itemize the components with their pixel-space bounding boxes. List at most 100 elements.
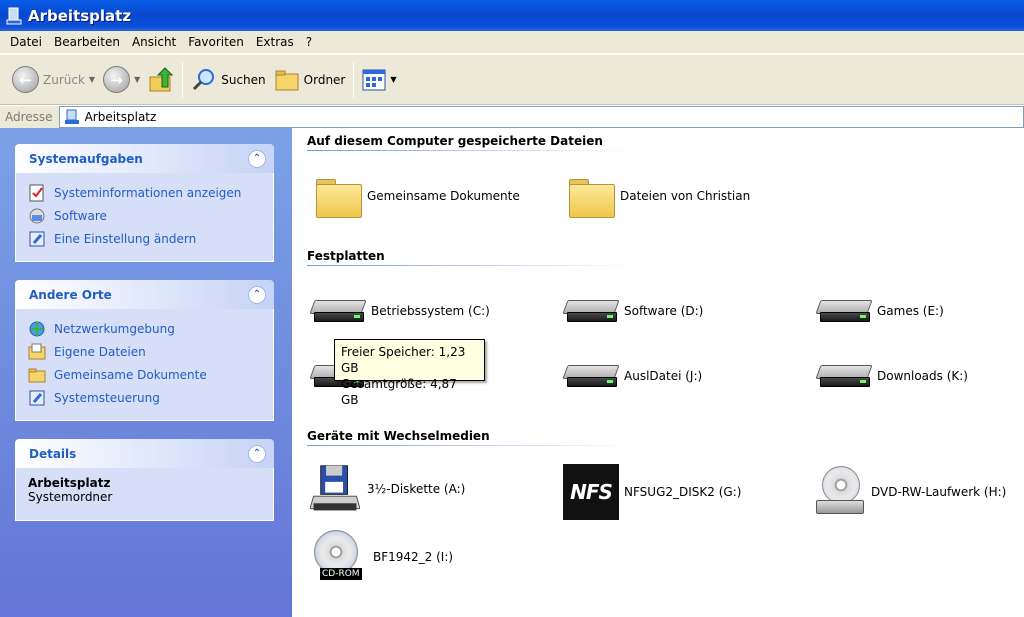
control-panel-icon: [29, 231, 45, 246]
folders-button[interactable]: Ordner: [270, 62, 350, 98]
toolbar: ← Zurück ▼ → ▼ Suchen Ordner ▼: [0, 55, 1024, 105]
folder-icon: [28, 368, 46, 382]
search-icon: [193, 68, 215, 90]
drive-item-c[interactable]: Betriebssystem (C:): [309, 294, 490, 328]
folder-icon: [569, 176, 615, 218]
cdrom-badge: CD-ROM: [320, 568, 362, 580]
menu-help[interactable]: ?: [300, 35, 318, 49]
address-value: Arbeitsplatz: [84, 110, 157, 124]
toolbar-separator: [182, 61, 184, 98]
control-panel-icon: [29, 390, 45, 405]
search-button[interactable]: Suchen: [187, 62, 269, 98]
item-label: Downloads (K:): [877, 369, 968, 383]
drive-item-a[interactable]: 3½-Diskette (A:): [310, 464, 465, 514]
folder-up-icon: [149, 66, 174, 91]
section-hard-disks: Festplatten: [307, 249, 385, 263]
network-icon: [29, 321, 45, 336]
hard-drive-icon: [309, 294, 367, 328]
drive-item-k[interactable]: Downloads (K:): [815, 359, 968, 393]
task-change-setting[interactable]: Eine Einstellung ändern: [28, 227, 263, 250]
back-arrow-icon: ←: [12, 66, 39, 93]
section-divider: [307, 445, 632, 446]
task-software-label: Software: [54, 208, 107, 223]
item-label: Betriebssystem (C:): [371, 304, 490, 318]
place-control-panel[interactable]: Systemsteuerung: [28, 386, 263, 409]
drive-item-d[interactable]: Software (D:): [562, 294, 703, 328]
place-control-panel-label: Systemsteuerung: [54, 390, 160, 405]
forward-dropdown-icon[interactable]: ▼: [134, 75, 140, 84]
details-name: Arbeitsplatz: [28, 476, 111, 490]
views-icon: [362, 69, 386, 90]
other-places-panel: Andere Orte ⌃ Netzwerkumgebung Eigene Da…: [15, 280, 274, 421]
back-label: Zurück: [43, 72, 85, 87]
section-divider: [307, 150, 632, 151]
details-header[interactable]: Details ⌃: [15, 439, 274, 468]
place-shared-documents-label: Gemeinsame Dokumente: [54, 367, 207, 382]
item-label: BF1942_2 (I:): [373, 550, 454, 564]
menu-datei[interactable]: Datei: [4, 35, 48, 49]
place-shared-documents[interactable]: Gemeinsame Dokumente: [28, 363, 263, 386]
item-label: AuslDatei (J:): [624, 369, 703, 383]
task-system-info[interactable]: Systeminformationen anzeigen: [28, 181, 263, 204]
place-my-documents[interactable]: Eigene Dateien: [28, 340, 263, 363]
my-computer-icon: [64, 109, 79, 124]
task-software[interactable]: Software: [28, 204, 263, 227]
collapse-icon[interactable]: ⌃: [248, 444, 266, 463]
details-title: Details: [29, 446, 77, 461]
task-change-setting-label: Eine Einstellung ändern: [54, 231, 197, 246]
system-info-icon: [29, 184, 44, 201]
dvd-drive-icon: [816, 466, 864, 518]
tooltip-total-size: Gesamtgröße: 4,87 GB: [341, 377, 457, 407]
address-bar: Adresse Arbeitsplatz: [0, 106, 1024, 128]
menu-ansicht[interactable]: Ansicht: [126, 35, 182, 49]
item-label: Gemeinsame Dokumente: [367, 189, 520, 203]
views-dropdown-icon[interactable]: ▼: [390, 75, 396, 84]
task-system-info-label: Systeminformationen anzeigen: [54, 185, 242, 200]
address-label: Adresse: [5, 110, 53, 124]
folders-label: Ordner: [303, 72, 346, 87]
nfs-disc-icon: NFS: [563, 464, 619, 520]
system-tasks-header[interactable]: Systemaufgaben ⌃: [15, 144, 274, 173]
system-tasks-title: Systemaufgaben: [29, 151, 143, 166]
folder-icon: [316, 176, 362, 218]
menu-bearbeiten[interactable]: Bearbeiten: [48, 35, 126, 49]
back-button[interactable]: ← Zurück ▼: [8, 62, 99, 98]
drive-item-j[interactable]: AuslDatei (J:): [562, 359, 703, 393]
drive-item-h[interactable]: DVD-RW-Laufwerk (H:): [816, 466, 1006, 518]
forward-button[interactable]: → ▼: [99, 62, 144, 98]
item-label: NFSUG2_DISK2 (G:): [624, 485, 742, 499]
collapse-icon[interactable]: ⌃: [248, 285, 266, 304]
window-title: Arbeitsplatz: [28, 6, 132, 25]
views-button[interactable]: ▼: [358, 62, 400, 98]
floppy-drive-icon: [310, 465, 360, 511]
menu-extras[interactable]: Extras: [250, 35, 300, 49]
drive-item-i[interactable]: CD-ROM BF1942_2 (I:): [310, 530, 453, 584]
address-input[interactable]: Arbeitsplatz: [58, 106, 1024, 128]
details-type: Systemordner: [28, 490, 113, 504]
place-network-label: Netzwerkumgebung: [54, 321, 175, 336]
tooltip-free-space: Freier Speicher: 1,23 GB: [341, 345, 466, 375]
back-dropdown-icon[interactable]: ▼: [89, 75, 95, 84]
hard-drive-icon: [815, 359, 873, 393]
other-places-title: Andere Orte: [29, 287, 112, 302]
nfs-logo-text: NFS: [570, 480, 613, 504]
up-button[interactable]: [144, 62, 178, 98]
drive-item-e[interactable]: Games (E:): [815, 294, 944, 328]
other-places-header[interactable]: Andere Orte ⌃: [15, 280, 274, 309]
menu-bar: Datei Bearbeiten Ansicht Favoriten Extra…: [0, 31, 1024, 54]
place-network[interactable]: Netzwerkumgebung: [28, 317, 263, 340]
forward-arrow-icon: →: [103, 66, 131, 93]
cdrom-drive-icon: CD-ROM: [310, 530, 366, 584]
drive-item-g[interactable]: NFS NFSUG2_DISK2 (G:): [563, 464, 741, 520]
item-label: Games (E:): [877, 304, 944, 318]
folder-item-christian[interactable]: Dateien von Christian: [569, 176, 750, 218]
toolbar-separator: [353, 61, 355, 98]
folder-item-shared-documents[interactable]: Gemeinsame Dokumente: [316, 176, 520, 218]
hard-drive-icon: [562, 359, 620, 393]
collapse-icon[interactable]: ⌃: [248, 149, 266, 168]
my-documents-icon: [28, 343, 46, 359]
task-pane: Systemaufgaben ⌃ Systeminformationen anz…: [0, 128, 292, 617]
menu-favoriten[interactable]: Favoriten: [182, 35, 250, 49]
place-my-documents-label: Eigene Dateien: [54, 344, 146, 359]
section-divider: [307, 265, 632, 266]
